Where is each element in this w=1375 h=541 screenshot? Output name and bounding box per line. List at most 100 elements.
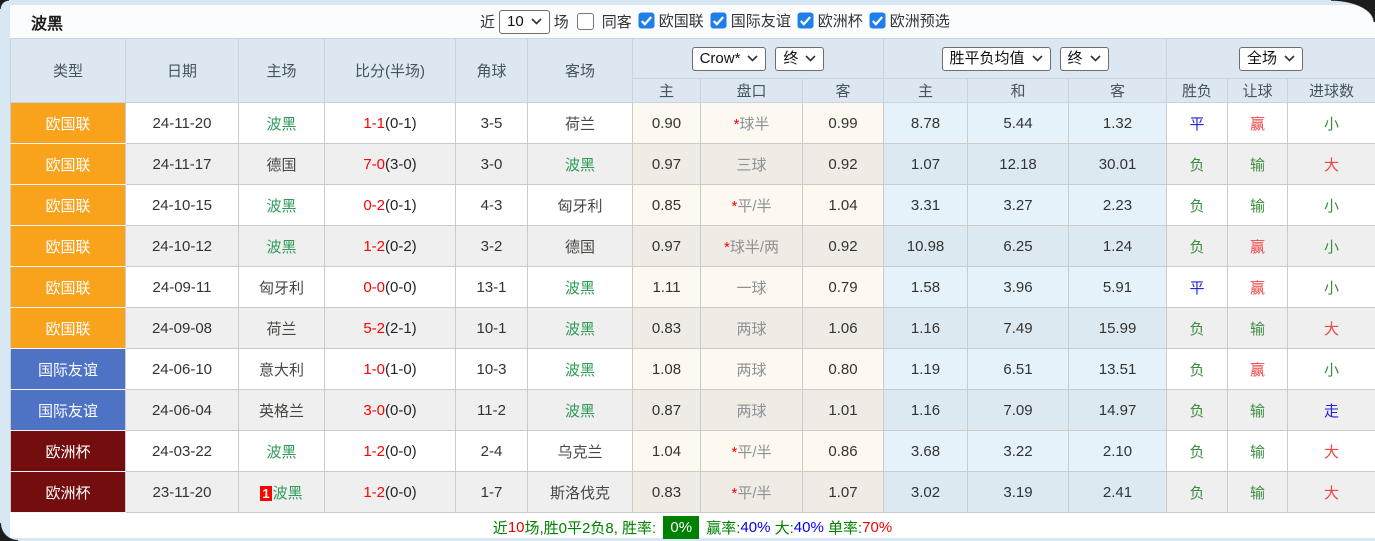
handicap-cell: *平/半: [700, 430, 803, 472]
avg-home-cell: 8.78: [883, 102, 969, 144]
away-odds-cell: 1.04: [801, 184, 885, 226]
home-team-cell: 匈牙利: [238, 266, 325, 308]
table-row: 欧国联 24-11-20 波黑 1-1(0-1) 3-5 荷兰 0.90 *球半 0.99 8.7…: [10, 102, 1375, 144]
corners-cell: 3-0: [455, 143, 528, 185]
handicap-text: 球半: [739, 115, 770, 133]
avg-home-cell: 10.98: [883, 225, 969, 267]
footer-segment: 单率:: [823, 520, 863, 537]
home-odds-cell: 1.08: [632, 348, 701, 390]
avg-source-select[interactable]: 胜平负均值: [941, 46, 1051, 71]
handicap-result-text: 输: [1250, 320, 1266, 338]
sub-col-goals: 进球数: [1287, 78, 1375, 103]
league-filter-label: 欧洲预选: [889, 13, 950, 30]
halftime-score: (0-0): [385, 401, 417, 419]
result-cell: 负: [1166, 184, 1229, 226]
corners-cell: 10-1: [455, 307, 528, 349]
footer-segment: 40%: [740, 519, 771, 536]
odds-time-select[interactable]: 终: [775, 46, 825, 71]
recent-count-select[interactable]: 10: [499, 9, 550, 34]
avg-draw-cell: 6.25: [967, 225, 1070, 267]
footer-segment: 赢率:: [702, 520, 741, 537]
chevron-down-icon: [1284, 55, 1295, 62]
league-filter-checkbox[interactable]: [710, 12, 727, 29]
result-text: 负: [1189, 402, 1205, 420]
odds-time-value: 终: [783, 49, 799, 67]
away-team-cell: 波黑: [527, 307, 633, 349]
date-cell: 24-06-10: [125, 348, 239, 390]
halftime-score: (0-0): [385, 278, 417, 296]
date-cell: 24-10-15: [125, 184, 239, 226]
halftime-score: (0-0): [385, 483, 417, 501]
away-odds-cell: 0.80: [801, 348, 885, 390]
handicap-result-text: 输: [1250, 197, 1266, 215]
avg-away-cell: 5.91: [1068, 266, 1168, 308]
recent-label: 近: [480, 14, 496, 31]
result-text: 负: [1189, 320, 1205, 338]
score-cell: 1-0(1-0): [324, 348, 456, 390]
avg-away-cell: 15.99: [1068, 307, 1168, 349]
handicap-result-text: 赢: [1250, 279, 1266, 297]
result-text: 负: [1189, 197, 1205, 215]
avg-home-cell: 3.31: [883, 184, 969, 226]
handicap-result-text: 输: [1250, 402, 1266, 420]
away-team-cell: 匈牙利: [527, 184, 633, 226]
avg-draw-cell: 12.18: [967, 143, 1070, 185]
content-area: 波黑 近 10 场 同客 欧国联 国际友谊 欧洲杯 欧洲预选 类型 日期 主场 …: [10, 5, 1375, 539]
handicap-result-text: 输: [1250, 443, 1266, 461]
handicap-cell: *平/半: [700, 471, 803, 513]
avg-away-cell: 2.23: [1068, 184, 1168, 226]
home-odds-cell: 0.90: [632, 102, 701, 144]
goals-text: 小: [1324, 361, 1340, 379]
league-type-badge: 欧国联: [11, 267, 125, 307]
corners-cell: 3-5: [455, 102, 528, 144]
halftime-score: (3-0): [385, 155, 417, 173]
goals-text: 大: [1324, 156, 1340, 174]
avg-away-cell: 14.97: [1068, 389, 1168, 431]
goals-cell: 大: [1287, 143, 1375, 185]
halftime-score: (1-0): [385, 360, 417, 378]
chevron-down-icon: [1089, 55, 1101, 62]
goals-text: 小: [1324, 279, 1340, 297]
league-filter-checkbox[interactable]: [638, 12, 655, 29]
home-team-cell: 波黑: [238, 184, 325, 226]
league-filter-checkbox[interactable]: [797, 12, 814, 29]
odds-source-select[interactable]: Crow*: [691, 46, 767, 71]
result-cell: 负: [1166, 389, 1229, 431]
table-row: 欧国联 24-09-11 匈牙利 0-0(0-0) 13-1 波黑 1.11 一球 0.79 1.…: [10, 266, 1375, 308]
league-filters: 欧国联 国际友谊 欧洲杯 欧洲预选: [636, 10, 954, 33]
matches-table: 类型 日期 主场 比分(半场) 角球 客场 Crow* 终 胜平负均值 终 全场…: [10, 38, 1375, 513]
league-filter-label: 欧洲杯: [817, 13, 863, 30]
result-cell: 负: [1166, 471, 1229, 513]
home-team-name: 荷兰: [266, 320, 297, 338]
away-team-name: 乌克兰: [557, 443, 603, 461]
odds-source-value: Crow*: [699, 49, 741, 67]
league-filter-checkbox[interactable]: [869, 12, 886, 29]
home-odds-cell: 0.97: [632, 225, 701, 267]
away-team-cell: 德国: [527, 225, 633, 267]
handicap-result-text: 赢: [1250, 238, 1266, 256]
type-cell: 欧国联: [10, 225, 126, 267]
avg-draw-cell: 7.49: [967, 307, 1070, 349]
league-type-badge: 欧国联: [11, 144, 125, 184]
result-cell: 平: [1166, 102, 1229, 144]
avg-time-select[interactable]: 终: [1059, 46, 1109, 71]
table-row: 国际友谊 24-06-04 英格兰 3-0(0-0) 11-2 波黑 0.87 两球 1.01 1…: [10, 389, 1375, 431]
fulltime-score: 1-1: [363, 114, 385, 132]
goals-text: 走: [1324, 402, 1340, 420]
handicap-result-text: 赢: [1250, 361, 1266, 379]
away-odds-cell: 1.01: [801, 389, 885, 431]
handicap-result-text: 输: [1250, 156, 1266, 174]
handicap-result-cell: 赢: [1227, 348, 1289, 390]
league-type-badge: 欧国联: [11, 103, 125, 143]
avg-home-cell: 1.16: [883, 307, 969, 349]
col-header-home: 主场: [238, 38, 325, 103]
handicap-result-cell: 输: [1227, 184, 1289, 226]
away-odds-cell: 0.79: [801, 266, 885, 308]
home-team-name: 意大利: [258, 361, 304, 379]
same-venue-checkbox[interactable]: [576, 13, 594, 30]
result-text: 平: [1189, 115, 1205, 133]
avg-time-value: 终: [1067, 49, 1083, 67]
scope-select[interactable]: 全场: [1239, 46, 1304, 71]
col-header-corners: 角球: [455, 38, 528, 103]
date-cell: 24-06-04: [125, 389, 239, 431]
